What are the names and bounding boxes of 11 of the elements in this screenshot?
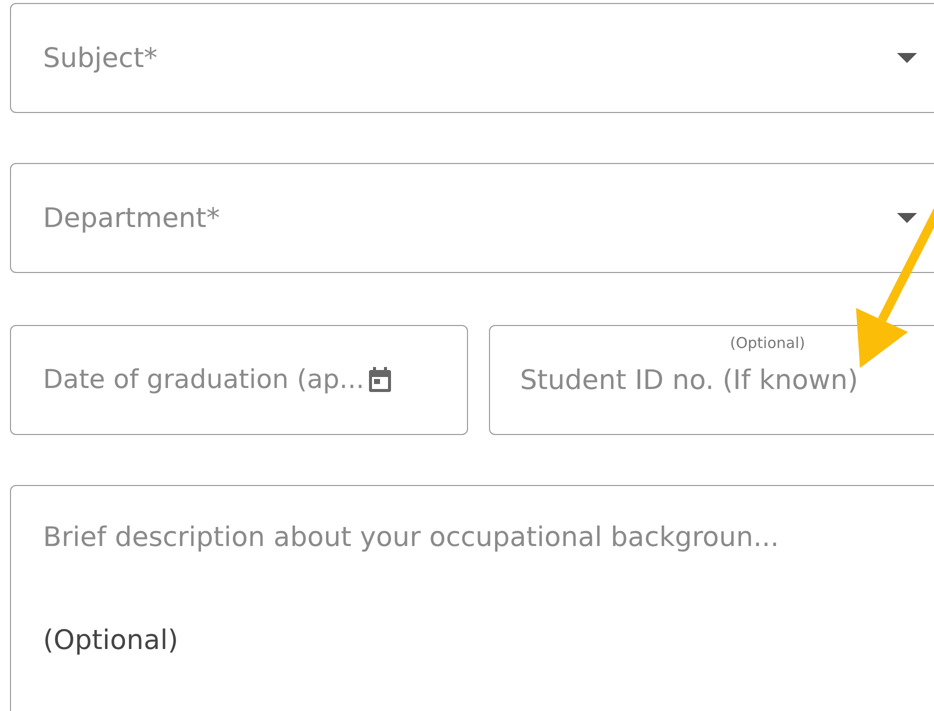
optional-note: (Optional)	[43, 625, 178, 656]
caret-icon	[897, 213, 917, 223]
student-id-field[interactable]: (Optional) Student ID no. (If known)	[489, 325, 934, 435]
calendar-icon	[368, 367, 392, 393]
description-placeholder: Brief description about your occupational backgroun...	[43, 522, 779, 553]
date-field[interactable]: Date of graduation (ap...	[10, 325, 468, 435]
description-field[interactable]: Brief description about your occupational backgroun... (Optional)	[10, 485, 934, 711]
subject-dropdown[interactable]: Subject*	[10, 3, 934, 113]
caret-icon	[897, 53, 917, 63]
department-dropdown[interactable]: Department*	[10, 163, 934, 273]
optional-hint: (Optional)	[730, 334, 806, 352]
